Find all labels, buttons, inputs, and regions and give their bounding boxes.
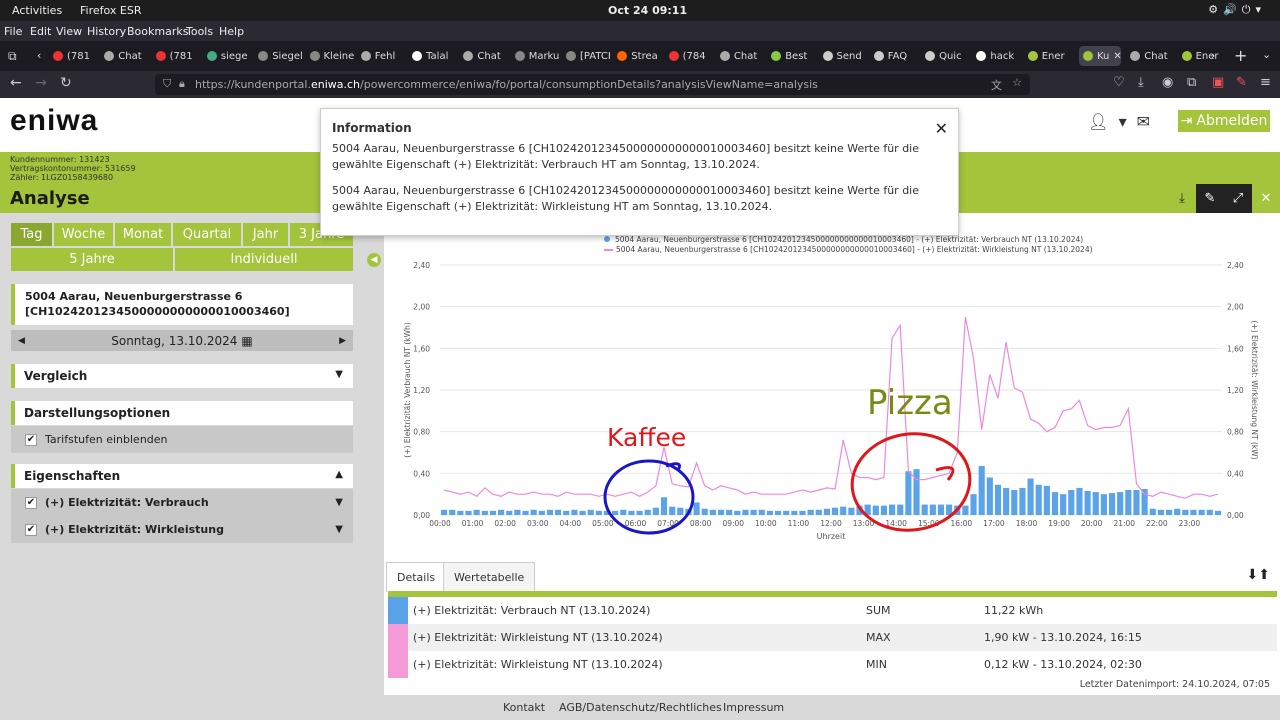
annotation-kaffee: Kaffee [607, 423, 687, 452]
pizza-circle [850, 432, 972, 532]
annotation-layer [603, 432, 972, 535]
annotation-pizza: Pizza [867, 383, 953, 423]
pizza-circle-tail [935, 466, 955, 481]
kaffee-circle [603, 459, 695, 535]
